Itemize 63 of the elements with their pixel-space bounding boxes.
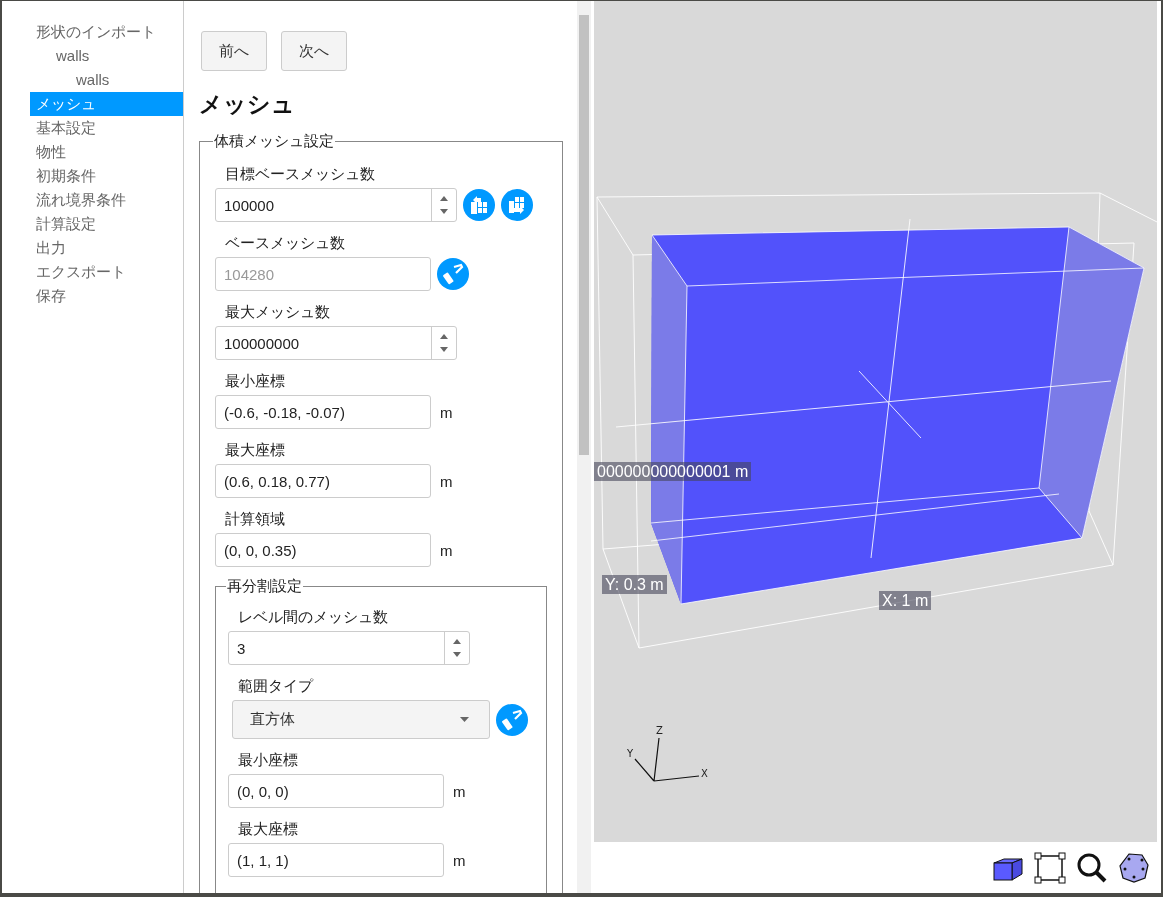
paint-roller-icon (441, 262, 465, 286)
nav-button[interactable]: 次へ (281, 31, 347, 71)
sidebar-item[interactable]: 基本設定 (30, 116, 183, 140)
unit-label: m (440, 541, 453, 559)
sidebar-item[interactable]: 出力 (30, 236, 183, 260)
sidebar-item[interactable]: 計算設定 (30, 212, 183, 236)
dropdown[interactable]: 直方体 (232, 700, 490, 739)
unit-label: m (453, 851, 466, 869)
unit-label: m (453, 782, 466, 800)
number-field[interactable]: 3 (228, 631, 470, 665)
group-title: 再分割設定 (226, 577, 303, 596)
grid-arrow-left-button[interactable] (463, 189, 495, 221)
sidebar-item[interactable]: 流れ境界条件 (30, 188, 183, 212)
sidebar-item[interactable]: 初期条件 (30, 164, 183, 188)
group-title: 体積メッシュ設定 (213, 132, 335, 151)
paint-roller-icon (500, 707, 524, 732)
text-field[interactable]: (-0.6, -0.18, -0.07) (215, 395, 431, 429)
spin-down-icon[interactable] (440, 208, 448, 214)
field-label: 最大メッシュ数 (224, 302, 331, 322)
field-label: 最大座標 (224, 440, 286, 460)
number-field[interactable]: 100000000 (215, 326, 457, 360)
field-label: 最小座標 (224, 371, 286, 391)
sidebar-item[interactable]: 物性 (30, 140, 183, 164)
spin-up-icon[interactable] (440, 334, 448, 340)
page-heading: メッシュ (199, 90, 296, 119)
axis-label: X (701, 768, 708, 779)
spin-down-icon[interactable] (440, 346, 448, 352)
axis-label: Z (656, 725, 663, 736)
field-label: 目標ベースメッシュ数 (224, 164, 376, 184)
axis-label: Y (627, 748, 634, 759)
selection-icon[interactable] (1033, 850, 1067, 885)
sidebar-item[interactable]: 保存 (30, 284, 183, 308)
text-field[interactable]: (0, 0, 0.35) (215, 533, 431, 567)
dimension-label: 000000000000001 m (594, 462, 752, 481)
number-field[interactable]: 100000 (215, 188, 457, 222)
unit-label: m (440, 472, 453, 490)
paint-roller-button[interactable] (496, 703, 528, 736)
field-label: 最大座標 (237, 819, 299, 839)
caret-icon (460, 717, 469, 722)
field-label: 範囲タイプ (237, 676, 315, 696)
dimension-label: Y: 0.3 m (602, 575, 667, 594)
sidebar-item[interactable]: walls (30, 44, 183, 68)
sidebar-item[interactable]: walls (30, 68, 183, 92)
scrollbar[interactable] (577, 1, 591, 893)
sidebar-item[interactable]: エクスポート (30, 260, 183, 284)
spin-up-icon[interactable] (440, 196, 448, 202)
unit-label: m (440, 403, 453, 421)
axis-drawing (634, 737, 700, 782)
sidebar-item[interactable]: 形状のインポート (30, 20, 183, 44)
field-label: 最小座標 (237, 750, 299, 770)
grid-arrow-right-button[interactable] (501, 189, 533, 221)
spin-up-icon[interactable] (453, 639, 461, 645)
dimension-label: X: 1 m (879, 591, 932, 610)
spin-down-icon[interactable] (453, 651, 461, 657)
text-field[interactable]: (0, 0, 0) (228, 774, 444, 808)
paint-roller-button[interactable] (437, 258, 469, 290)
field-label: レベル間のメッシュ数 (237, 607, 389, 627)
text-field[interactable]: (0.6, 0.18, 0.77) (215, 464, 431, 498)
field-label: 計算領域 (224, 509, 286, 529)
polyhedron-icon[interactable] (1117, 850, 1151, 885)
field-label: ベースメッシュ数 (224, 233, 346, 253)
text-field[interactable]: (1, 1, 1) (228, 843, 444, 877)
nav-button[interactable]: 前へ (201, 31, 267, 71)
